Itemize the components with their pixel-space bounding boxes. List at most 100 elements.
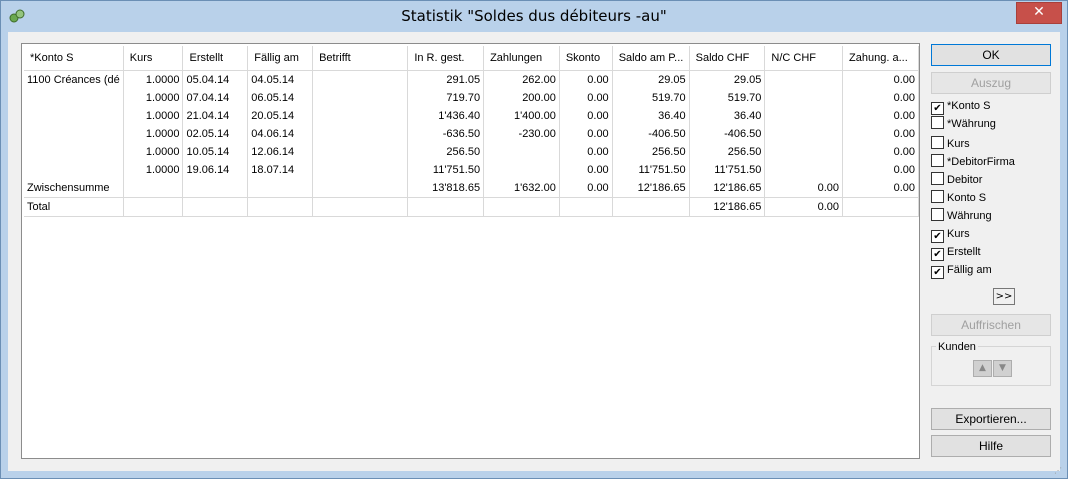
kunden-up-button[interactable]: ▲ bbox=[973, 360, 992, 377]
window-title: Statistik "Soldes dus débiteurs -au" bbox=[401, 7, 667, 25]
table-row[interactable]: 1.0000 21.04.14 20.05.14 1'436.40 1'400.00 0.… bbox=[24, 107, 919, 125]
table-row[interactable]: 1.0000 10.05.14 12.06.14 256.50 0.00 256.50 25… bbox=[24, 143, 919, 161]
table-cell bbox=[764, 107, 844, 125]
kunden-down-button[interactable]: ▼ bbox=[993, 360, 1012, 377]
table-cell: 12.06.14 bbox=[247, 143, 314, 161]
resize-grip-icon[interactable]: ⋰ bbox=[1054, 466, 1064, 476]
table-cell bbox=[24, 143, 124, 161]
table-header-row: *Konto S Kurs Erstellt Fällig am Betrifft In … bbox=[24, 46, 919, 71]
table-row[interactable]: 1.0000 02.05.14 04.06.14 -636.50 -230.00 0.00… bbox=[24, 125, 919, 143]
close-button[interactable]: ✕ bbox=[1016, 2, 1062, 24]
expand-more-button[interactable]: >> bbox=[993, 288, 1015, 305]
table-cell bbox=[312, 70, 409, 89]
help-button[interactable]: Hilfe bbox=[931, 435, 1051, 457]
title-bar[interactable]: Statistik "Soldes dus débiteurs -au" ✕ bbox=[1, 1, 1067, 31]
table-row[interactable]: 1100 Créances (dé 1.0000 05.04.14 04.05.14 2… bbox=[24, 70, 919, 89]
table-cell: 0.00 bbox=[842, 89, 919, 107]
column-header[interactable]: Betrifft bbox=[312, 46, 409, 71]
column-header[interactable]: Fällig am bbox=[247, 46, 314, 71]
column-header[interactable]: Kurs bbox=[123, 46, 184, 71]
checkmark-icon[interactable]: ✔ bbox=[931, 102, 944, 115]
column-header[interactable]: Skonto bbox=[559, 46, 613, 71]
table-cell: 0.00 bbox=[842, 179, 919, 198]
table-cell: -636.50 bbox=[407, 125, 485, 143]
table-cell: 0.00 bbox=[559, 89, 613, 107]
table-cell bbox=[182, 197, 249, 217]
column-header[interactable]: Erstellt bbox=[182, 46, 249, 71]
table-cell: 0.00 bbox=[559, 70, 613, 89]
checkbox-icon[interactable] bbox=[931, 208, 944, 221]
option-checkbox[interactable]: ✔ *Konto S bbox=[931, 98, 990, 116]
table-cell bbox=[842, 197, 919, 217]
column-header[interactable]: Saldo am P... bbox=[612, 46, 690, 71]
table-cell bbox=[312, 197, 409, 217]
checkbox-icon[interactable] bbox=[931, 172, 944, 185]
option-checkbox[interactable]: *Währung bbox=[931, 116, 996, 134]
checkbox-icon[interactable] bbox=[931, 190, 944, 203]
column-header[interactable]: Zahung. a... bbox=[842, 46, 919, 71]
column-header[interactable]: Zahlungen bbox=[483, 46, 560, 71]
table-cell: 1.0000 bbox=[123, 107, 184, 125]
option-checkbox[interactable]: Kurs bbox=[931, 136, 970, 154]
export-button[interactable]: Exportieren... bbox=[931, 408, 1051, 430]
table-cell: 11'751.50 bbox=[612, 161, 690, 179]
option-checkbox[interactable]: Währung bbox=[931, 208, 992, 226]
total-row[interactable]: Total 12'186.65 0.00 bbox=[24, 197, 919, 217]
table-cell bbox=[764, 70, 844, 89]
table-cell bbox=[24, 107, 124, 125]
table-cell: 07.04.14 bbox=[182, 89, 249, 107]
table-cell bbox=[407, 197, 485, 217]
column-header[interactable]: *Konto S bbox=[24, 46, 124, 71]
table-cell: 10.05.14 bbox=[182, 143, 249, 161]
checkbox-icon[interactable] bbox=[931, 136, 944, 149]
option-label: *DebitorFirma bbox=[947, 156, 1015, 168]
table-cell: 21.04.14 bbox=[182, 107, 249, 125]
table-cell: -230.00 bbox=[483, 125, 560, 143]
option-checkbox[interactable]: Konto S bbox=[931, 190, 986, 208]
table-cell: 36.40 bbox=[612, 107, 690, 125]
column-header[interactable]: Saldo CHF bbox=[689, 46, 766, 71]
table-cell: 11'751.50 bbox=[407, 161, 485, 179]
table-cell bbox=[764, 125, 844, 143]
table-cell: 0.00 bbox=[764, 179, 844, 198]
table-cell: 0.00 bbox=[842, 143, 919, 161]
table-cell: 36.40 bbox=[689, 107, 766, 125]
table-cell: 0.00 bbox=[559, 107, 613, 125]
column-header[interactable]: N/C CHF bbox=[764, 46, 844, 71]
option-checkbox[interactable]: ✔ Erstellt bbox=[931, 244, 981, 262]
checkbox-icon[interactable] bbox=[931, 154, 944, 167]
table-row[interactable]: Zwischensumme 13'818.65 1'632.00 0.00 12'186… bbox=[24, 179, 919, 198]
table-row[interactable]: 1.0000 07.04.14 06.05.14 719.70 200.00 0.00 51… bbox=[24, 89, 919, 107]
table-cell bbox=[24, 89, 124, 107]
table-cell: -406.50 bbox=[689, 125, 766, 143]
option-checkbox[interactable]: Debitor bbox=[931, 172, 982, 190]
table-row[interactable]: 1.0000 19.06.14 18.07.14 11'751.50 0.00 11'75… bbox=[24, 161, 919, 179]
dialog-client-area: *Konto S Kurs Erstellt Fällig am Betrifft In … bbox=[8, 32, 1060, 471]
checkmark-icon[interactable]: ✔ bbox=[931, 230, 944, 243]
dialog-window: Statistik "Soldes dus débiteurs -au" ✕ *… bbox=[0, 0, 1068, 479]
option-checkbox[interactable]: *DebitorFirma bbox=[931, 154, 1015, 172]
table-cell bbox=[123, 179, 184, 198]
table-cell: 11'751.50 bbox=[689, 161, 766, 179]
table-cell: 0.00 bbox=[764, 197, 844, 217]
checkmark-icon[interactable]: ✔ bbox=[931, 266, 944, 279]
checkmark-icon[interactable]: ✔ bbox=[931, 248, 944, 261]
checkbox-icon[interactable] bbox=[931, 116, 944, 129]
refresh-button[interactable]: Auffrischen bbox=[931, 314, 1051, 336]
ok-button[interactable]: OK bbox=[931, 44, 1051, 66]
statistics-grid[interactable]: *Konto S Kurs Erstellt Fällig am Betrifft In … bbox=[21, 43, 920, 459]
table-cell bbox=[483, 143, 560, 161]
table-cell: 04.06.14 bbox=[247, 125, 314, 143]
table-cell: 1100 Créances (dé bbox=[24, 70, 124, 89]
auszug-button[interactable]: Auszug bbox=[931, 72, 1051, 94]
table-cell: Total bbox=[24, 197, 124, 217]
option-checkbox[interactable]: ✔ Fällig am bbox=[931, 262, 992, 280]
option-label: Fällig am bbox=[947, 264, 992, 276]
table-cell: 0.00 bbox=[842, 125, 919, 143]
table-cell: 29.05 bbox=[612, 70, 690, 89]
table-cell: 200.00 bbox=[483, 89, 560, 107]
column-header[interactable]: In R. gest. bbox=[407, 46, 485, 71]
table-cell: 519.70 bbox=[612, 89, 690, 107]
option-checkbox[interactable]: ✔ Kurs bbox=[931, 226, 970, 244]
table-cell: 18.07.14 bbox=[247, 161, 314, 179]
